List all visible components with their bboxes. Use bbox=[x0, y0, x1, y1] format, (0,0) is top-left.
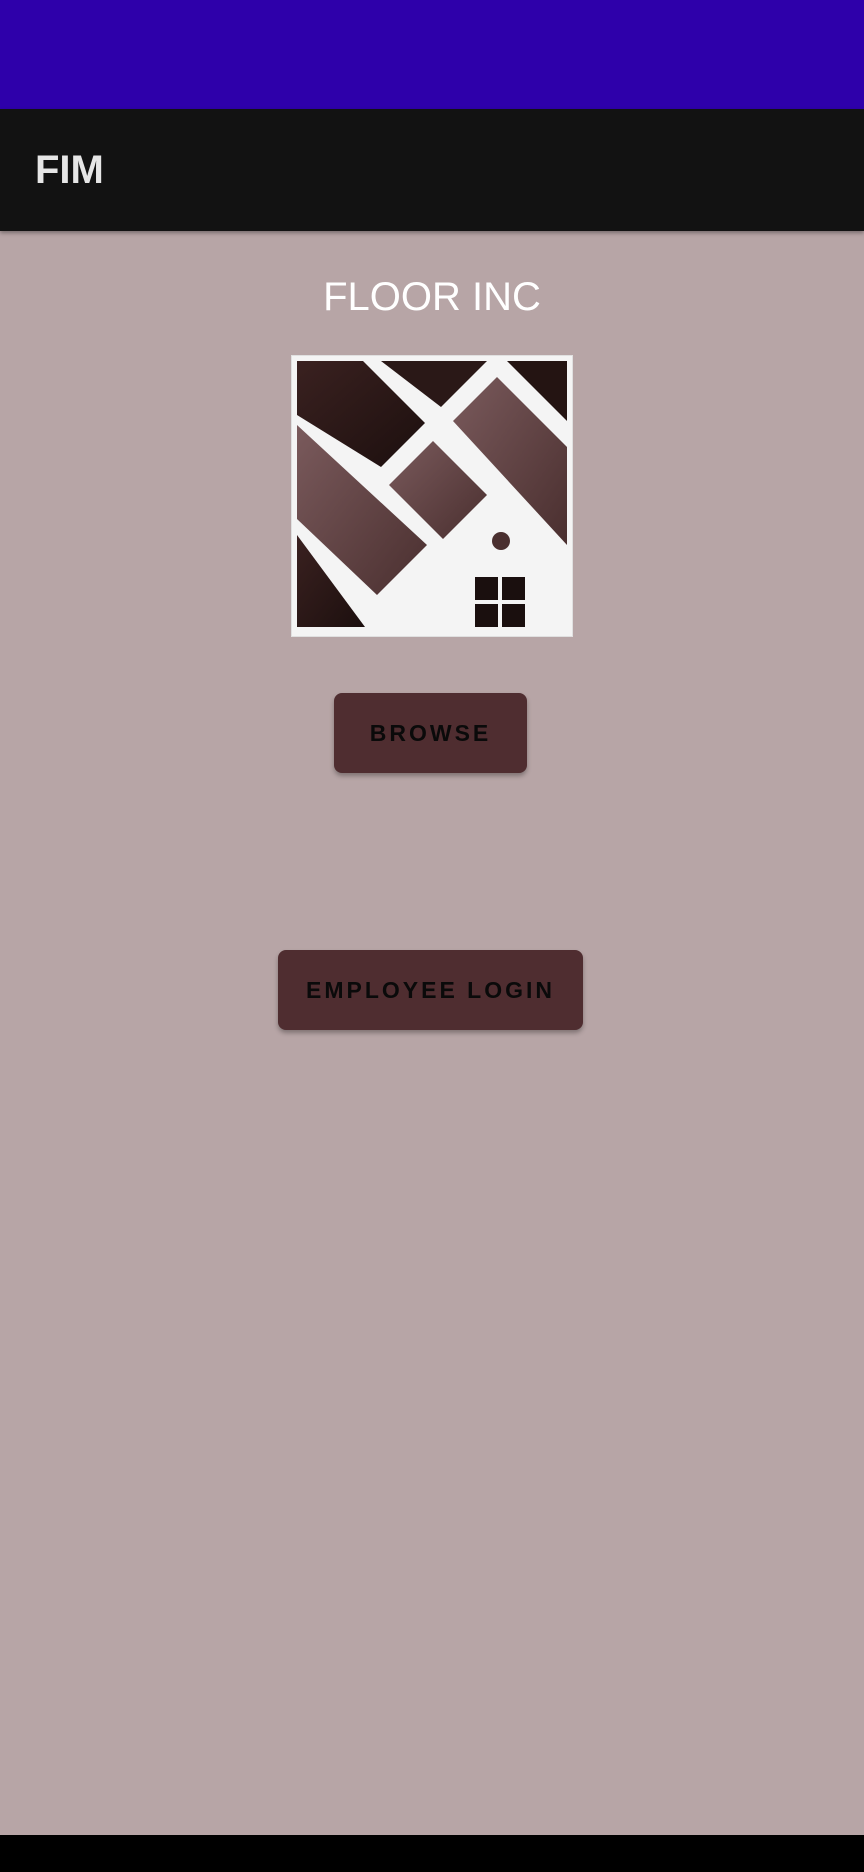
app-title: FIM bbox=[35, 148, 104, 192]
house-floor-tiles-logo-icon bbox=[291, 355, 573, 637]
employee-login-button[interactable]: EMPLOYEE LOGIN bbox=[278, 950, 583, 1030]
main-content: FLOOR INC BROWSE EMPLOYEE LOGIN bbox=[0, 231, 864, 1835]
company-name: FLOOR INC bbox=[323, 275, 541, 319]
status-bar bbox=[0, 0, 864, 109]
app-bar: FIM bbox=[0, 109, 864, 231]
navigation-bar bbox=[0, 1835, 864, 1872]
browse-button[interactable]: BROWSE bbox=[334, 693, 527, 773]
